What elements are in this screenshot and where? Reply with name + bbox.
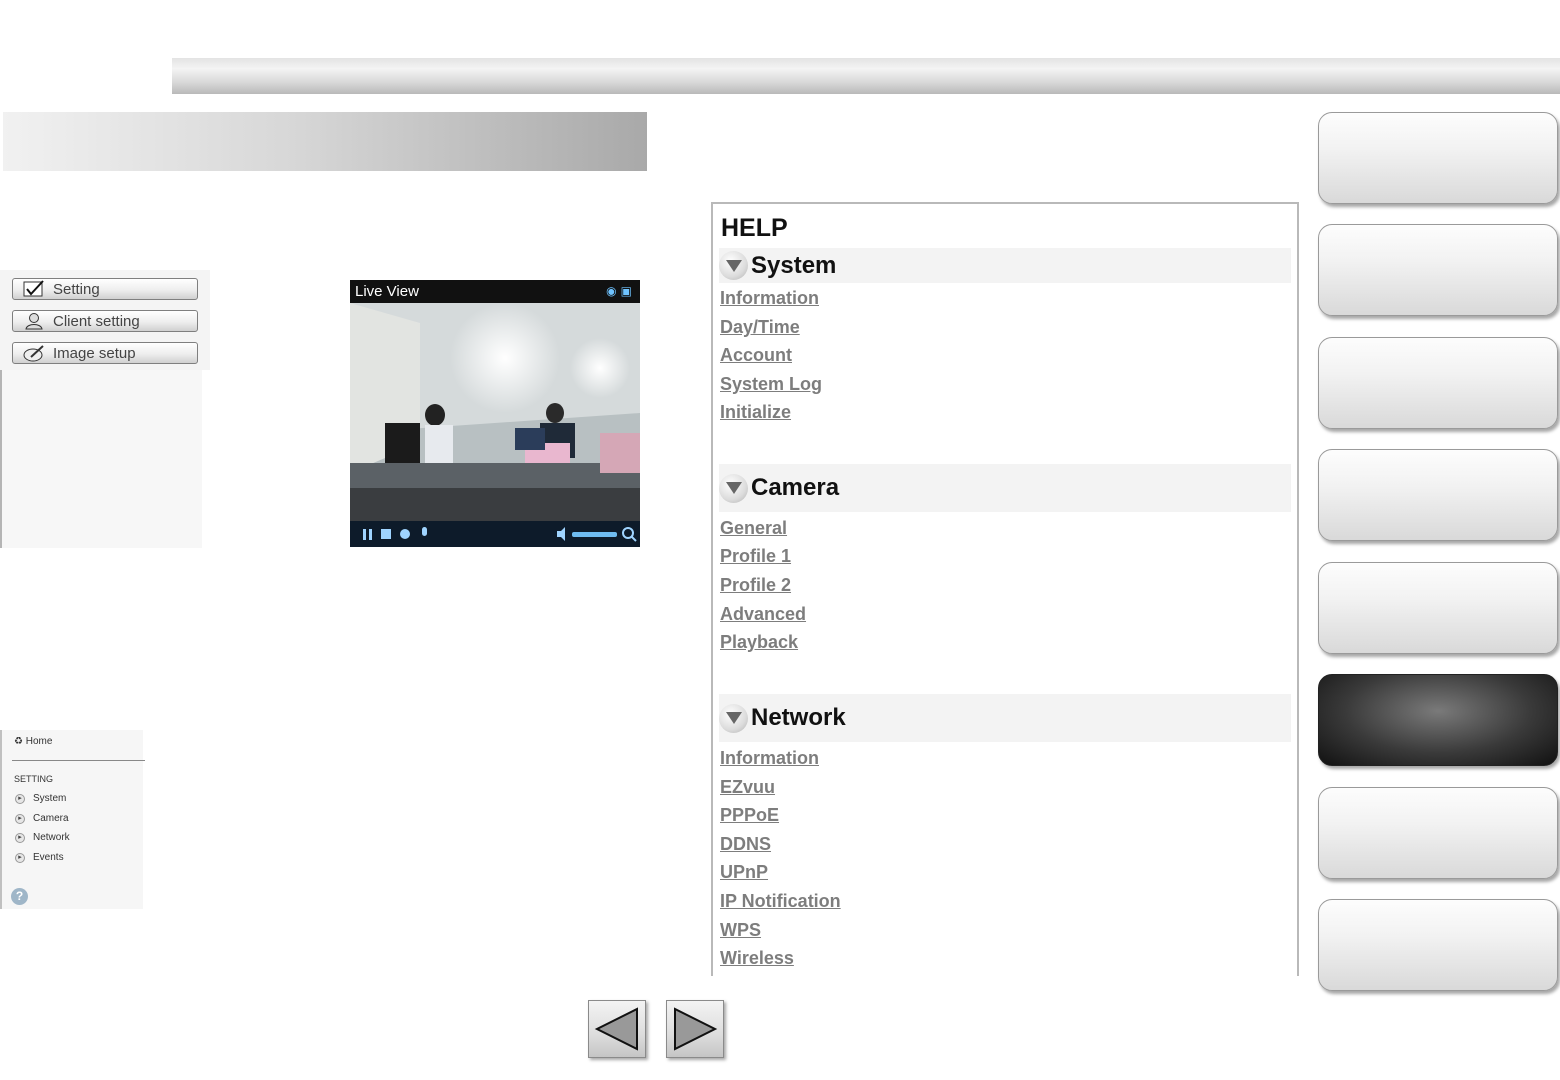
help-title: HELP — [721, 214, 788, 242]
arrow-circle-icon: ▸ — [15, 793, 25, 804]
previous-page-button[interactable] — [588, 1000, 646, 1058]
live-view-title: Live View — [355, 283, 419, 300]
live-view-controls — [350, 521, 640, 547]
next-arrow-icon — [674, 1007, 718, 1051]
section-camera[interactable]: Camera — [719, 464, 1291, 512]
arrow-circle-icon: ▸ — [15, 832, 25, 843]
help-link-ddns[interactable]: DDNS — [720, 834, 771, 855]
nav-item-network[interactable]: ▸ Network — [15, 832, 70, 843]
help-panel: HELP System Information Day/Time Account… — [711, 202, 1299, 976]
home-link[interactable]: ♻ Home — [14, 736, 52, 747]
checkmark-icon — [21, 280, 47, 298]
camera-snapshot-icon[interactable]: ◉ — [606, 284, 620, 298]
help-link-profile-1[interactable]: Profile 1 — [720, 546, 791, 567]
next-page-button[interactable] — [666, 1000, 724, 1058]
live-view-window: Live View ◉▣ — [350, 280, 640, 547]
volume-slider[interactable] — [572, 532, 617, 537]
help-link-advanced[interactable]: Advanced — [720, 604, 806, 625]
help-link-day-time[interactable]: Day/Time — [720, 317, 800, 338]
record-icon[interactable] — [400, 529, 410, 539]
help-link-wps[interactable]: WPS — [720, 920, 761, 941]
help-link-pppoe[interactable]: PPPoE — [720, 805, 779, 826]
arrow-circle-icon: ▸ — [15, 852, 25, 863]
client-setting-button[interactable]: Client setting — [12, 310, 198, 332]
pause-icon[interactable] — [363, 529, 366, 540]
speaker-icon[interactable] — [557, 527, 565, 541]
nav-item-events[interactable]: ▸ Events — [15, 852, 64, 863]
divider — [12, 760, 145, 761]
arrow-circle-icon: ▸ — [15, 813, 25, 824]
side-tab-5[interactable] — [1318, 562, 1558, 654]
side-tab-4[interactable] — [1318, 449, 1558, 541]
image-setup-icon — [21, 344, 47, 362]
nav-item-system[interactable]: ▸ System — [15, 793, 66, 804]
top-header-bar — [172, 58, 1560, 94]
side-tab-2[interactable] — [1318, 224, 1558, 316]
help-link-playback[interactable]: Playback — [720, 632, 798, 653]
collapse-triangle-icon[interactable] — [719, 251, 748, 280]
fullscreen-icon[interactable]: ▣ — [621, 284, 636, 298]
home-icon: ♻ — [14, 736, 26, 747]
help-link-upnp[interactable]: UPnP — [720, 862, 768, 883]
help-link-ezvuu[interactable]: EZvuu — [720, 777, 775, 798]
help-link-system-log[interactable]: System Log — [720, 374, 822, 395]
image-setup-button-label: Image setup — [53, 344, 136, 362]
section-network[interactable]: Network — [719, 694, 1291, 742]
collapse-triangle-icon[interactable] — [719, 473, 748, 503]
user-icon — [21, 312, 47, 330]
help-link-network-information[interactable]: Information — [720, 748, 819, 769]
setting-section-header: SETTING — [14, 774, 54, 784]
side-tab-1[interactable] — [1318, 112, 1558, 204]
live-view-header: Live View ◉▣ — [350, 280, 640, 303]
help-link-general[interactable]: General — [720, 518, 787, 539]
settings-nav-panel: ♻ Home SETTING ▸ System ▸ Camera ▸ Network … — [0, 730, 145, 909]
setting-button[interactable]: Setting — [12, 278, 198, 300]
help-link-ip-notification[interactable]: IP Notification — [720, 891, 841, 912]
setting-button-label: Setting — [53, 280, 100, 298]
collapse-triangle-icon[interactable] — [719, 703, 748, 733]
client-setting-button-label: Client setting — [53, 312, 140, 330]
page-title-band — [3, 112, 647, 171]
microphone-icon[interactable] — [422, 527, 427, 536]
help-link-account[interactable]: Account — [720, 345, 792, 366]
image-setup-button[interactable]: Image setup — [12, 342, 198, 364]
nav-item-camera[interactable]: ▸ Camera — [15, 813, 69, 824]
side-tab-6-active[interactable] — [1318, 674, 1558, 766]
help-link-wireless[interactable]: Wireless — [720, 948, 794, 969]
side-tab-7[interactable] — [1318, 787, 1558, 879]
camera-video-feed — [350, 303, 640, 521]
previous-arrow-icon — [594, 1007, 638, 1051]
side-tab-3[interactable] — [1318, 337, 1558, 429]
help-link-initialize[interactable]: Initialize — [720, 402, 791, 423]
side-tab-8[interactable] — [1318, 899, 1558, 991]
stop-icon[interactable] — [381, 529, 391, 539]
help-link-system-information[interactable]: Information — [720, 288, 819, 309]
help-icon[interactable]: ? — [11, 888, 28, 905]
help-link-profile-2[interactable]: Profile 2 — [720, 575, 791, 596]
section-system[interactable]: System — [719, 248, 1291, 283]
